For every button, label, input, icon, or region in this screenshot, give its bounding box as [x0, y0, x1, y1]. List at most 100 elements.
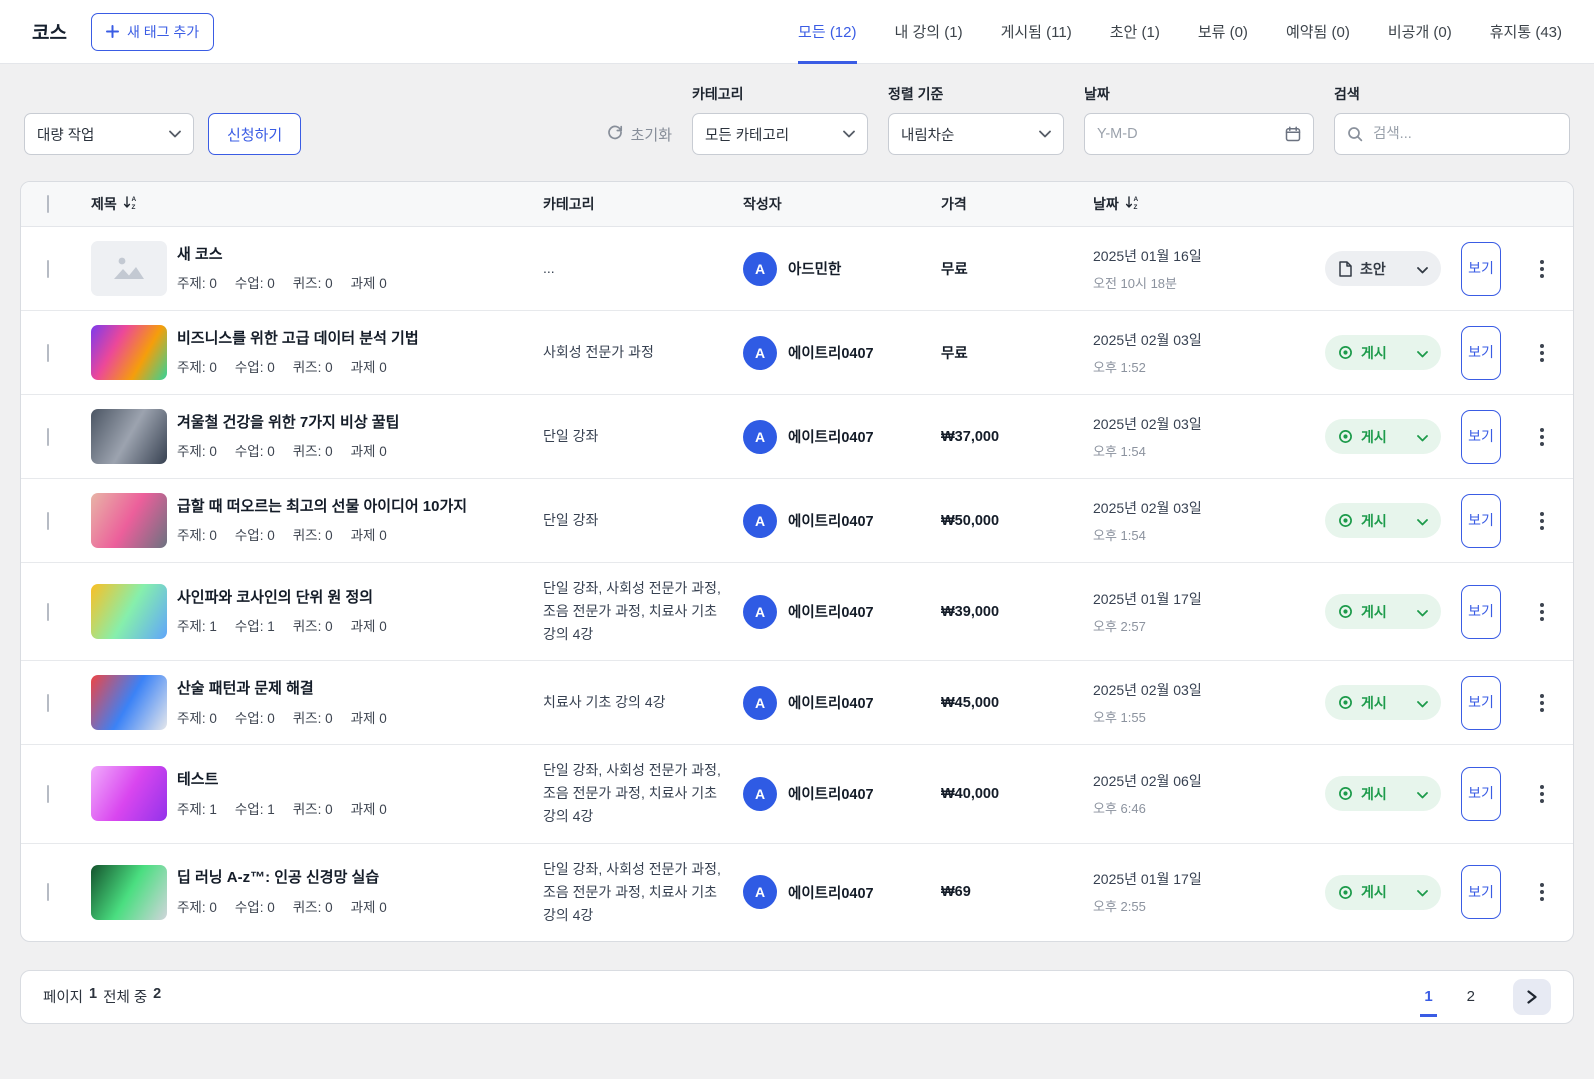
- status-badge[interactable]: 게시: [1325, 685, 1441, 721]
- table-row: 테스트 주제: 1 수업: 1 퀴즈: 0 과제 0 단일 강좌, 사회성 전문…: [21, 745, 1573, 844]
- next-page-button[interactable]: [1513, 978, 1551, 1015]
- kebab-menu[interactable]: [1527, 254, 1557, 284]
- view-button[interactable]: 보기: [1461, 493, 1501, 548]
- course-title[interactable]: 새 코스: [177, 245, 529, 265]
- author-name: 에이트리0407: [788, 605, 874, 622]
- row-checkbox[interactable]: [47, 693, 49, 712]
- published-eye-icon: [1338, 695, 1353, 710]
- course-thumbnail[interactable]: [91, 493, 167, 548]
- course-meta: 주제: 0 수업: 0 퀴즈: 0 과제 0: [177, 360, 387, 376]
- date-input[interactable]: [1097, 126, 1237, 142]
- view-button[interactable]: 보기: [1461, 766, 1501, 821]
- apply-button[interactable]: 신청하기: [208, 113, 302, 155]
- date-value: 2025년 01월 16일: [1093, 247, 1202, 264]
- kebab-menu[interactable]: [1527, 506, 1557, 536]
- course-thumbnail[interactable]: [91, 584, 167, 640]
- view-button[interactable]: 보기: [1461, 409, 1501, 464]
- row-checkbox[interactable]: [47, 427, 49, 446]
- add-tag-button[interactable]: 새 태그 추가: [90, 12, 215, 51]
- course-meta: 주제: 0 수업: 0 퀴즈: 0 과제 0: [177, 710, 387, 726]
- status-tab[interactable]: 보류 (0): [1198, 0, 1248, 64]
- published-eye-icon: [1338, 513, 1353, 528]
- select-all-checkbox[interactable]: [47, 195, 49, 213]
- course-date: 2025년 02월 03일 오후 1:54: [1093, 414, 1325, 460]
- course-thumbnail[interactable]: [91, 864, 167, 920]
- view-button[interactable]: 보기: [1461, 865, 1501, 920]
- row-checkbox[interactable]: [47, 511, 49, 530]
- status-badge[interactable]: 게시: [1325, 874, 1441, 910]
- status-badge[interactable]: 초안: [1325, 251, 1441, 286]
- kebab-menu[interactable]: [1527, 422, 1557, 452]
- pagination-bar: 페이지 1 전체 중2 1 2: [20, 969, 1574, 1024]
- page-number[interactable]: 2: [1461, 984, 1481, 1009]
- sort-select-value: 내림차순: [901, 127, 955, 144]
- row-checkbox[interactable]: [47, 602, 49, 621]
- kebab-menu[interactable]: [1527, 688, 1557, 718]
- status-badge[interactable]: 게시: [1325, 335, 1441, 370]
- author-avatar: A: [743, 419, 777, 454]
- status-label: 게시: [1361, 694, 1387, 711]
- course-thumbnail[interactable]: [91, 675, 167, 731]
- status-tab[interactable]: 휴지통 (43): [1490, 0, 1562, 64]
- calendar-icon[interactable]: [1285, 126, 1301, 142]
- course-title[interactable]: 급할 때 떠오르는 최고의 선물 아이디어 10가지: [177, 497, 529, 517]
- row-checkbox[interactable]: [47, 259, 49, 278]
- status-badge[interactable]: 게시: [1325, 503, 1441, 538]
- time-value: 오전 10시 18분: [1093, 275, 1177, 291]
- course-thumbnail[interactable]: [91, 409, 167, 464]
- view-button[interactable]: 보기: [1461, 584, 1501, 639]
- column-header-date[interactable]: 날짜 AZ: [1093, 194, 1325, 214]
- status-tab[interactable]: 게시됨 (11): [1001, 0, 1072, 64]
- course-title[interactable]: 테스트: [177, 770, 529, 790]
- course-title[interactable]: 겨울철 건강을 위한 7가지 비상 꿀팁: [177, 413, 529, 433]
- status-badge[interactable]: 게시: [1325, 776, 1441, 812]
- search-input[interactable]: [1373, 126, 1560, 142]
- course-thumbnail[interactable]: [91, 241, 167, 296]
- course-category: 사회성 전문가 과정: [543, 343, 654, 360]
- date-value: 2025년 02월 03일: [1093, 681, 1202, 698]
- course-category: 단일 강좌, 사회성 전문가 과정, 조음 전문가 과정, 치료사 기초 강의 …: [543, 580, 721, 643]
- status-tab[interactable]: 초안 (1): [1110, 0, 1160, 64]
- status-badge[interactable]: 게시: [1325, 594, 1441, 630]
- status-tab[interactable]: 예약됨 (0): [1286, 0, 1350, 64]
- date-value: 2025년 01월 17일: [1093, 590, 1202, 607]
- kebab-menu[interactable]: [1527, 779, 1557, 809]
- row-checkbox[interactable]: [47, 343, 49, 362]
- course-title[interactable]: 산술 패턴과 문제 해결: [177, 679, 529, 699]
- course-meta: 주제: 1 수업: 1 퀴즈: 0 과제 0: [177, 801, 387, 817]
- date-value: 2025년 02월 03일: [1093, 331, 1202, 348]
- row-checkbox[interactable]: [47, 883, 49, 902]
- page-number[interactable]: 1: [1418, 984, 1438, 1018]
- view-button[interactable]: 보기: [1461, 675, 1501, 730]
- author-avatar: A: [743, 335, 777, 370]
- status-tab[interactable]: 비공개 (0): [1388, 0, 1452, 64]
- course-title[interactable]: 비즈니스를 위한 고급 데이터 분석 기법: [177, 329, 529, 349]
- status-badge[interactable]: 게시: [1325, 419, 1441, 454]
- course-thumbnail[interactable]: [91, 766, 167, 822]
- row-checkbox[interactable]: [47, 784, 49, 803]
- course-title[interactable]: 사인파와 코사인의 단위 원 정의: [177, 588, 529, 608]
- svg-text:A: A: [1133, 196, 1138, 203]
- course-title[interactable]: 딥 러닝 A-z™: 인공 신경망 실습: [177, 868, 529, 888]
- chevron-down-icon: [1417, 513, 1428, 529]
- status-tab[interactable]: 내 강의 (1): [895, 0, 963, 64]
- bulk-action-select[interactable]: 대량 작업: [24, 113, 194, 155]
- status-label: 게시: [1361, 603, 1387, 620]
- kebab-menu[interactable]: [1527, 597, 1557, 627]
- view-button[interactable]: 보기: [1461, 241, 1501, 296]
- view-button[interactable]: 보기: [1461, 325, 1501, 380]
- course-thumbnail[interactable]: [91, 325, 167, 380]
- sort-select[interactable]: 내림차순: [888, 113, 1064, 155]
- status-label: 초안: [1360, 260, 1386, 277]
- published-eye-icon: [1338, 885, 1353, 900]
- column-header-title[interactable]: 제목 AZ: [91, 194, 543, 214]
- status-tab[interactable]: 모든 (12): [798, 0, 857, 64]
- reset-button[interactable]: 초기화: [607, 113, 672, 155]
- plus-icon: [105, 25, 119, 38]
- kebab-menu[interactable]: [1527, 338, 1557, 368]
- status-label: 게시: [1361, 344, 1387, 361]
- category-select[interactable]: 모든 카테고리: [692, 113, 868, 155]
- course-category: 치료사 기초 강의 4강: [543, 694, 666, 711]
- add-tag-label: 새 태그 추가: [126, 23, 200, 40]
- kebab-menu[interactable]: [1527, 877, 1557, 907]
